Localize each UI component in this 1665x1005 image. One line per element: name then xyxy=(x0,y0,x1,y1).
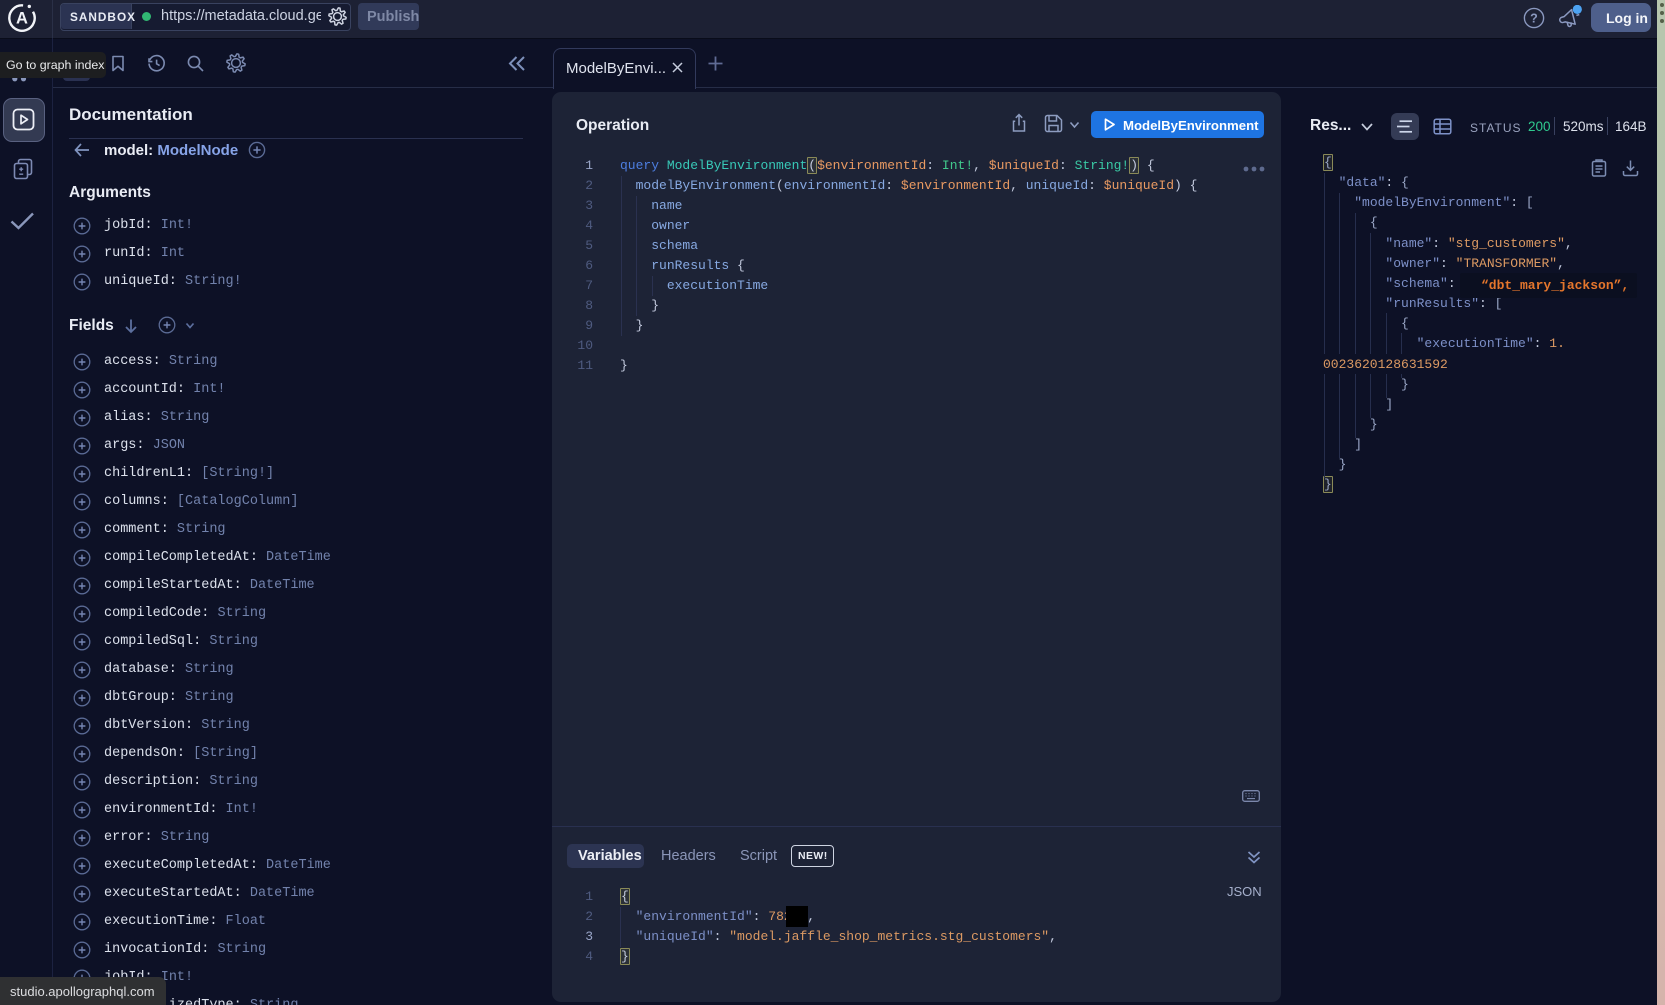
svg-text:?: ? xyxy=(1530,12,1538,26)
svg-text:A: A xyxy=(16,10,28,28)
